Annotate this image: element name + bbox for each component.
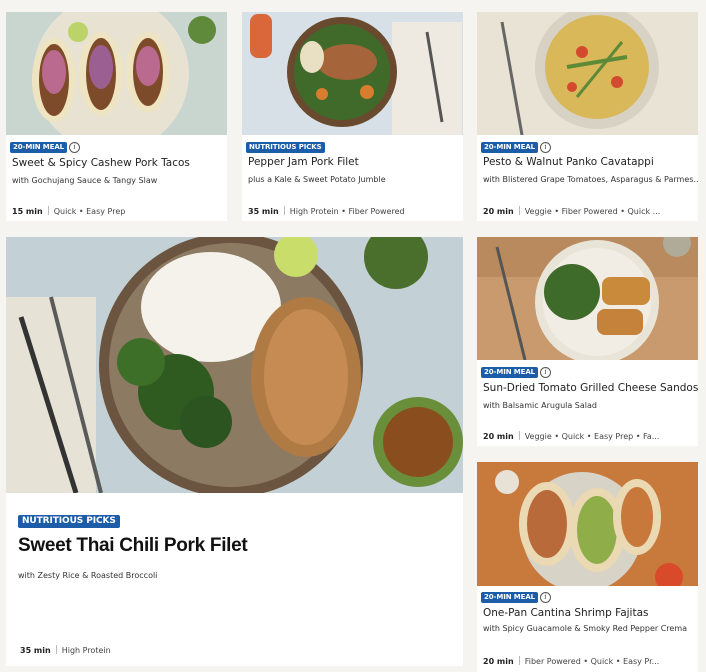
recipe-tags: Quick • Easy Prep [53, 207, 126, 216]
recipe-tags: High Protein • Fiber Powered [289, 207, 405, 216]
recipe-title[interactable]: Sun-Dried Tomato Grilled Cheese Sandos [483, 382, 698, 394]
divider [47, 206, 49, 215]
recipe-meta: 20 min Fiber Powered • Quick • Easy Pr... [483, 656, 659, 666]
recipe-title[interactable]: Pesto & Walnut Panko Cavatappi [483, 156, 654, 168]
info-icon[interactable]: i [540, 367, 551, 378]
divider [518, 431, 520, 440]
recipe-tags: Veggie • Fiber Powered • Quick ... [524, 207, 661, 216]
recipe-title[interactable]: Sweet Thai Chili Pork Filet [18, 535, 248, 557]
prep-time: 35 min [20, 646, 51, 655]
recipe-subtitle: with Gochujang Sauce & Tangy Slaw [12, 176, 158, 185]
divider [55, 645, 57, 654]
recipe-card[interactable]: NUTRITIOUS PICKS Pepper Jam Pork Filet p… [242, 12, 463, 221]
recipe-image[interactable] [477, 462, 698, 586]
divider [283, 206, 285, 215]
recipe-image[interactable] [6, 12, 227, 135]
recipe-image[interactable] [477, 237, 698, 360]
recipe-tags: Fiber Powered • Quick • Easy Pr... [524, 657, 660, 666]
recipe-card[interactable]: 20-MIN MEAL i Sweet & Spicy Cashew Pork … [6, 12, 227, 221]
badge-20-min-meal: 20-MIN MEAL [10, 142, 68, 153]
recipe-meta: 20 min Veggie • Fiber Powered • Quick ... [483, 206, 660, 216]
badge-nutritious-picks: NUTRITIOUS PICKS [246, 142, 325, 153]
recipe-subtitle: with Balsamic Arugula Salad [483, 401, 597, 410]
recipe-title[interactable]: Sweet & Spicy Cashew Pork Tacos [12, 157, 190, 169]
prep-time: 20 min [483, 207, 514, 216]
recipe-tags: Veggie • Quick • Easy Prep • Fa... [524, 432, 660, 441]
recipe-title[interactable]: One-Pan Cantina Shrimp Fajitas [483, 607, 649, 619]
recipe-meta: 35 min High Protein [20, 645, 111, 655]
info-icon[interactable]: i [540, 142, 551, 153]
info-icon[interactable]: i [69, 142, 80, 153]
prep-time: 20 min [483, 432, 514, 441]
recipe-subtitle: with Blistered Grape Tomatoes, Asparagus… [483, 175, 698, 184]
recipe-card[interactable]: 20-MIN MEAL i Pesto & Walnut Panko Cavat… [477, 12, 698, 221]
recipe-subtitle: with Spicy Guacamole & Smoky Red Pepper … [483, 624, 688, 633]
featured-recipe-card[interactable]: NUTRITIOUS PICKS Sweet Thai Chili Pork F… [6, 237, 463, 666]
recipe-tags: High Protein [61, 646, 111, 655]
recipe-image[interactable] [6, 237, 463, 493]
badge-nutritious-picks: NUTRITIOUS PICKS [18, 515, 120, 528]
prep-time: 20 min [483, 657, 514, 666]
recipe-meta: 20 min Veggie • Quick • Easy Prep • Fa... [483, 431, 659, 441]
recipe-meta: 15 min Quick • Easy Prep [12, 206, 125, 216]
badge-20-min-meal: 20-MIN MEAL [481, 592, 539, 603]
recipe-card[interactable]: 20-MIN MEAL i Sun-Dried Tomato Grilled C… [477, 237, 698, 446]
recipe-image[interactable] [242, 12, 463, 135]
prep-time: 35 min [248, 207, 279, 216]
recipe-title[interactable]: Pepper Jam Pork Filet [248, 156, 359, 168]
recipe-subtitle: with Zesty Rice & Roasted Broccoli [18, 571, 158, 580]
divider [518, 656, 520, 665]
recipe-image[interactable] [477, 12, 698, 135]
badge-20-min-meal: 20-MIN MEAL [481, 367, 539, 378]
recipe-card[interactable]: 20-MIN MEAL i One-Pan Cantina Shrimp Faj… [477, 462, 698, 672]
badge-20-min-meal: 20-MIN MEAL [481, 142, 539, 153]
recipe-meta: 35 min High Protein • Fiber Powered [248, 206, 405, 216]
prep-time: 15 min [12, 207, 43, 216]
recipe-subtitle: plus a Kale & Sweet Potato Jumble [248, 175, 386, 184]
info-icon[interactable]: i [540, 592, 551, 603]
divider [518, 206, 520, 215]
